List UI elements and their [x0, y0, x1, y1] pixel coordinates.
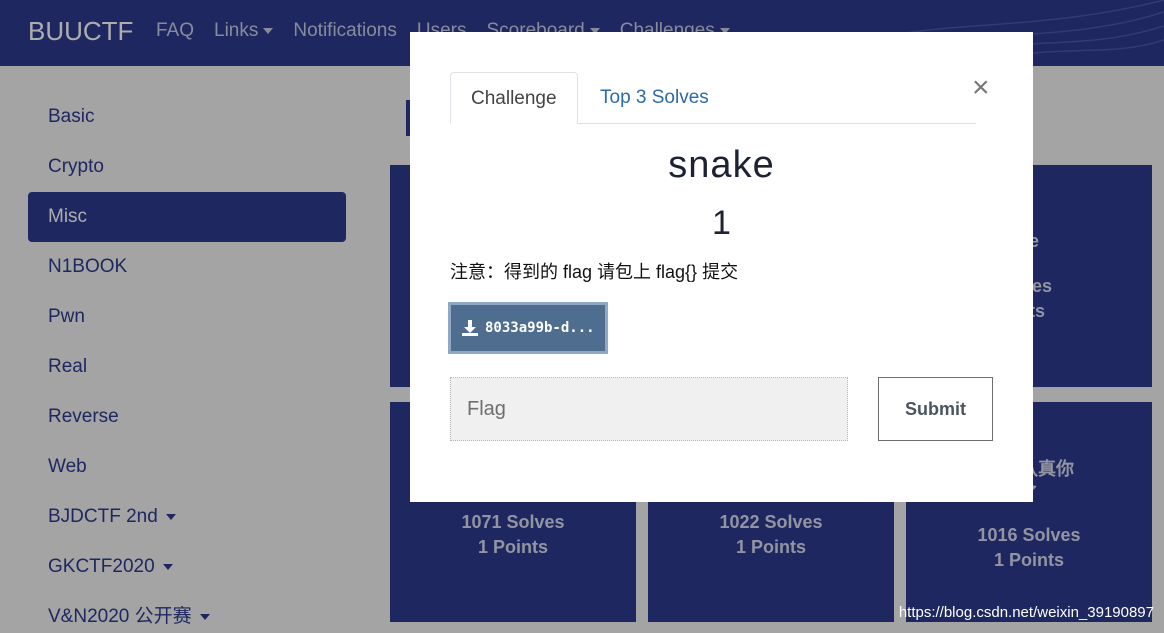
close-icon[interactable]: ×: [972, 72, 990, 104]
download-file-button[interactable]: 8033a99b-d...: [448, 302, 608, 354]
challenge-modal: Challenge Top 3 Solves × snake 1 注意：得到的 …: [410, 32, 1033, 502]
modal-tabs: Challenge Top 3 Solves: [450, 72, 976, 124]
challenge-value: 1: [712, 204, 731, 242]
watermark-text: https://blog.csdn.net/weixin_39190897: [898, 604, 1154, 621]
tab-challenge[interactable]: Challenge: [450, 72, 578, 124]
submit-button[interactable]: Submit: [878, 377, 993, 441]
download-icon: [462, 320, 478, 336]
challenge-description: 注意：得到的 flag 请包上 flag{} 提交: [450, 262, 739, 282]
tab-top-3-solves[interactable]: Top 3 Solves: [580, 72, 729, 124]
flag-input[interactable]: [450, 377, 848, 441]
challenge-name: snake: [668, 144, 775, 186]
download-file-label: 8033a99b-d...: [485, 320, 595, 336]
